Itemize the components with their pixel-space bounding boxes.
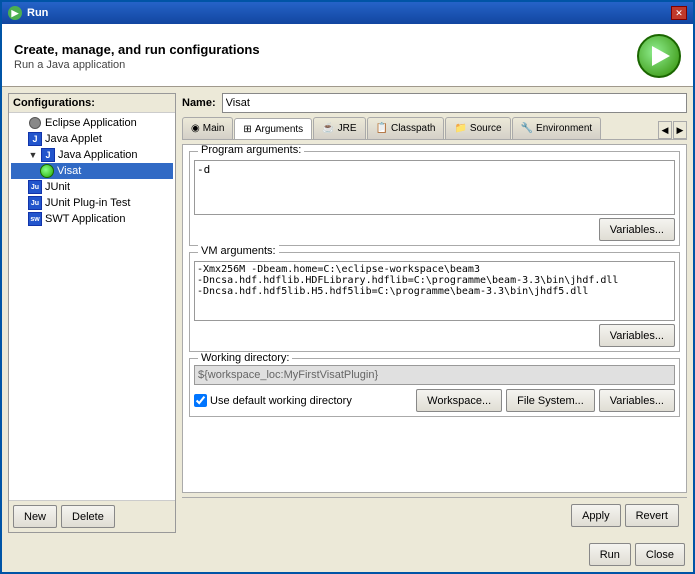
tree-item-eclipse-app[interactable]: Eclipse Application xyxy=(11,115,173,131)
footer-bar: Run Close xyxy=(2,539,693,572)
tree-item-junit-plugin[interactable]: Ju JUnit Plug-in Test xyxy=(11,195,173,211)
source-tab-icon: 📁 xyxy=(454,123,466,134)
classpath-tab-icon: 📋 xyxy=(376,123,388,134)
configurations-tree: Eclipse Application J Java Applet ▼ J xyxy=(9,113,175,500)
tree-item-swt-app[interactable]: sw SWT Application xyxy=(11,211,173,227)
tab-environment[interactable]: 🔧 Environment xyxy=(512,117,602,139)
filesystem-button[interactable]: File System... xyxy=(506,389,595,412)
tab-scroll-right[interactable]: ▶ xyxy=(673,121,687,139)
junit-label: JUnit xyxy=(45,181,70,193)
vm-args-variables-button[interactable]: Variables... xyxy=(599,324,675,347)
env-tab-icon: 🔧 xyxy=(521,123,533,134)
wd-row: Use default working directory Workspace.… xyxy=(194,389,675,412)
tab-source-label: Source xyxy=(470,123,502,134)
main-tab-icon: ◉ xyxy=(191,123,200,134)
tree-item-java-app[interactable]: ▼ J Java Application xyxy=(11,147,173,163)
program-args-group: Program arguments: Variables... xyxy=(189,151,680,246)
tab-environment-label: Environment xyxy=(536,123,592,134)
dialog-title: Create, manage, and run configurations xyxy=(14,42,260,57)
run-dialog: ▶ Run ✕ Create, manage, and run configur… xyxy=(0,0,695,574)
vm-args-btn-row: Variables... xyxy=(194,324,675,347)
eclipse-app-label: Eclipse Application xyxy=(45,117,137,129)
tab-source[interactable]: 📁 Source xyxy=(445,117,510,139)
program-args-inner: Variables... xyxy=(190,152,679,245)
wd-buttons: Workspace... File System... Variables... xyxy=(416,389,675,412)
visat-icon xyxy=(40,164,54,178)
tab-jre[interactable]: ☕ JRE xyxy=(313,117,365,139)
default-wd-checkbox[interactable] xyxy=(194,394,207,407)
left-panel-buttons: New Delete xyxy=(9,500,175,532)
tabs-bar: ◉ Main ⊞ Arguments ☕ JRE 📋 Classpath 📁 xyxy=(182,117,687,140)
tab-main-label: Main xyxy=(203,123,225,134)
window-icon: ▶ xyxy=(8,6,22,20)
workspace-button[interactable]: Workspace... xyxy=(416,389,502,412)
program-args-variables-button[interactable]: Variables... xyxy=(599,218,675,241)
junit-plugin-icon: Ju xyxy=(28,196,42,210)
left-panel: Configurations: Eclipse Application J xyxy=(8,93,176,533)
tab-classpath-label: Classpath xyxy=(391,123,435,134)
window-title: Run xyxy=(27,7,48,19)
vm-args-inner: Variables... xyxy=(190,253,679,351)
tab-nav: ◀ ▶ xyxy=(658,121,687,139)
delete-button[interactable]: Delete xyxy=(61,505,115,528)
tree-item-junit[interactable]: Ju JUnit xyxy=(11,179,173,195)
java-app-label: Java Application xyxy=(58,149,138,161)
program-args-btn-row: Variables... xyxy=(194,218,675,241)
run-icon xyxy=(637,34,681,78)
swt-app-icon: sw xyxy=(28,212,42,226)
name-label: Name: xyxy=(182,97,216,109)
content-area: Program arguments: Variables... VM argum… xyxy=(182,144,687,493)
visat-label: Visat xyxy=(57,165,81,177)
apply-button[interactable]: Apply xyxy=(571,504,621,527)
tab-scroll-left[interactable]: ◀ xyxy=(658,121,672,139)
run-button[interactable]: Run xyxy=(589,543,631,566)
right-panel: Name: ◉ Main ⊞ Arguments ☕ JRE 📋 xyxy=(182,93,687,533)
program-args-label: Program arguments: xyxy=(198,144,304,156)
jre-tab-icon: ☕ xyxy=(322,123,334,134)
tab-classpath[interactable]: 📋 Classpath xyxy=(367,117,445,139)
tree-item-java-applet[interactable]: J Java Applet xyxy=(11,131,173,147)
dialog-subtitle: Run a Java application xyxy=(14,59,260,71)
close-button[interactable]: Close xyxy=(635,543,685,566)
eclipse-app-icon xyxy=(28,116,42,130)
working-dir-input[interactable] xyxy=(194,365,675,385)
tree-item-visat[interactable]: Visat xyxy=(11,163,173,179)
default-wd-checkbox-label: Use default working directory xyxy=(194,394,410,407)
default-wd-label: Use default working directory xyxy=(210,395,352,407)
working-dir-inner: Use default working directory Workspace.… xyxy=(190,359,679,416)
junit-plugin-label: JUnit Plug-in Test xyxy=(45,197,130,209)
configurations-label: Configurations: xyxy=(9,94,175,113)
program-args-textarea[interactable] xyxy=(194,160,675,215)
working-dir-label: Working directory: xyxy=(198,352,292,364)
arguments-tab-icon: ⊞ xyxy=(243,124,251,135)
dialog-body: Configurations: Eclipse Application J xyxy=(2,87,693,539)
java-applet-icon: J xyxy=(28,132,42,146)
junit-icon: Ju xyxy=(28,180,42,194)
title-bar: ▶ Run ✕ xyxy=(2,2,693,24)
run-triangle xyxy=(652,46,670,66)
tab-arguments-label: Arguments xyxy=(255,124,303,135)
new-button[interactable]: New xyxy=(13,505,57,528)
wd-variables-button[interactable]: Variables... xyxy=(599,389,675,412)
tab-arguments[interactable]: ⊞ Arguments xyxy=(234,118,312,140)
dialog-header: Create, manage, and run configurations R… xyxy=(2,24,693,87)
title-bar-left: ▶ Run xyxy=(8,6,48,20)
java-app-icon: J xyxy=(41,148,55,162)
swt-app-label: SWT Application xyxy=(45,213,126,225)
vm-args-textarea[interactable] xyxy=(194,261,675,321)
apply-revert-bar: Apply Revert xyxy=(182,497,687,533)
working-dir-section: Working directory: Use default working d… xyxy=(189,358,680,417)
close-window-button[interactable]: ✕ xyxy=(671,6,687,20)
expand-icon-java-app: ▼ xyxy=(28,150,38,160)
vm-args-group: VM arguments: Variables... xyxy=(189,252,680,352)
tab-main[interactable]: ◉ Main xyxy=(182,117,233,139)
header-text: Create, manage, and run configurations R… xyxy=(14,42,260,71)
name-row: Name: xyxy=(182,93,687,113)
vm-args-label: VM arguments: xyxy=(198,245,279,257)
bottom-actions: Apply Revert xyxy=(190,504,679,527)
java-applet-label: Java Applet xyxy=(45,133,102,145)
name-input[interactable] xyxy=(222,93,687,113)
revert-button[interactable]: Revert xyxy=(625,504,679,527)
tab-jre-label: JRE xyxy=(338,123,357,134)
